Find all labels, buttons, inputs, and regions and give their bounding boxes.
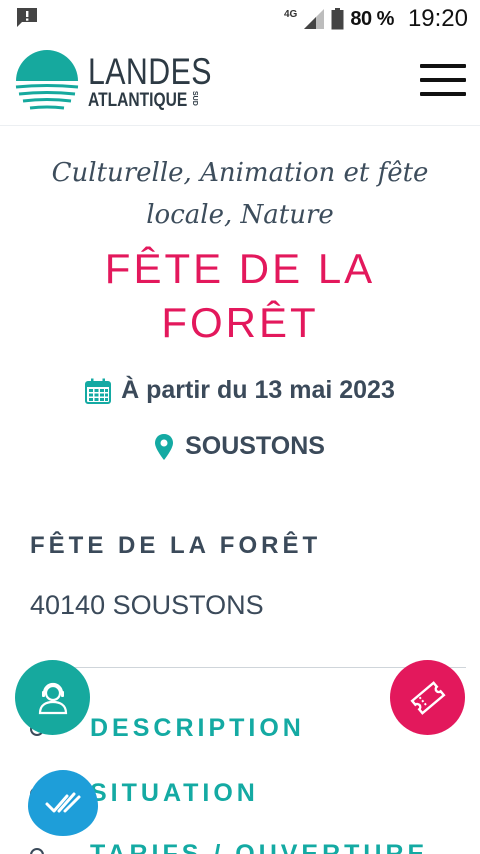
place-address: 40140 SOUSTONS: [30, 590, 264, 620]
clock: 19:20: [407, 5, 468, 32]
logo-wordmark: LANDES ATLANTIQUE SUD: [88, 53, 239, 110]
site-header: LANDES ATLANTIQUE SUD: [0, 38, 480, 126]
double-check-icon: [45, 792, 81, 813]
menu-bar: [420, 92, 466, 96]
battery-percent: 80 %: [350, 7, 394, 30]
check-button[interactable]: [28, 770, 98, 836]
map-pin-icon: [155, 433, 174, 460]
headset-user-icon: [38, 682, 67, 714]
battery-icon: [331, 8, 344, 30]
ticket-button[interactable]: [390, 660, 465, 735]
event-date: À partir du 13 mai 2023: [0, 376, 480, 405]
place-name: FÊTE DE LA FORÊT: [30, 532, 322, 559]
hamburger-menu-icon[interactable]: [420, 64, 466, 100]
section-tarifs[interactable]: TARIFS / OUVERTURE: [30, 840, 428, 854]
logo-wave-icon: [15, 50, 79, 110]
event-title: FÊTE DE LA FORÊT: [20, 242, 460, 350]
ticket-icon: [409, 680, 446, 715]
event-location: SOUSTONS: [0, 432, 480, 461]
status-bar: 4G 80 % 19:20: [0, 0, 480, 38]
notification-alert-icon: [17, 8, 37, 27]
contact-button[interactable]: [15, 660, 90, 735]
logo-text-sud: SUD: [191, 90, 199, 106]
event-title-line2: FORÊT: [161, 299, 319, 346]
logo-text-landes: LANDES: [88, 50, 212, 92]
event-title-line1: FÊTE DE LA: [104, 245, 376, 292]
bullet-icon: [30, 847, 44, 854]
event-categories: Culturelle, Animation et fête locale, Na…: [51, 158, 429, 230]
site-logo[interactable]: LANDES ATLANTIQUE SUD: [14, 48, 239, 114]
event-location-text: SOUSTONS: [185, 432, 325, 460]
status-right: 4G 80 % 19:20: [284, 4, 468, 34]
menu-bar: [420, 64, 466, 68]
logo-text-atlantique: ATLANTIQUE: [88, 89, 188, 111]
section-situation-label: SITUATION: [90, 779, 259, 807]
event-date-text: À partir du 13 mai 2023: [121, 376, 395, 404]
menu-bar: [420, 78, 466, 82]
section-description-label: DESCRIPTION: [90, 714, 305, 742]
section-tarifs-label: TARIFS / OUVERTURE: [90, 840, 429, 854]
calendar-icon: [85, 378, 112, 404]
network-type: 4G: [284, 8, 298, 20]
signal-icon: [304, 9, 325, 29]
